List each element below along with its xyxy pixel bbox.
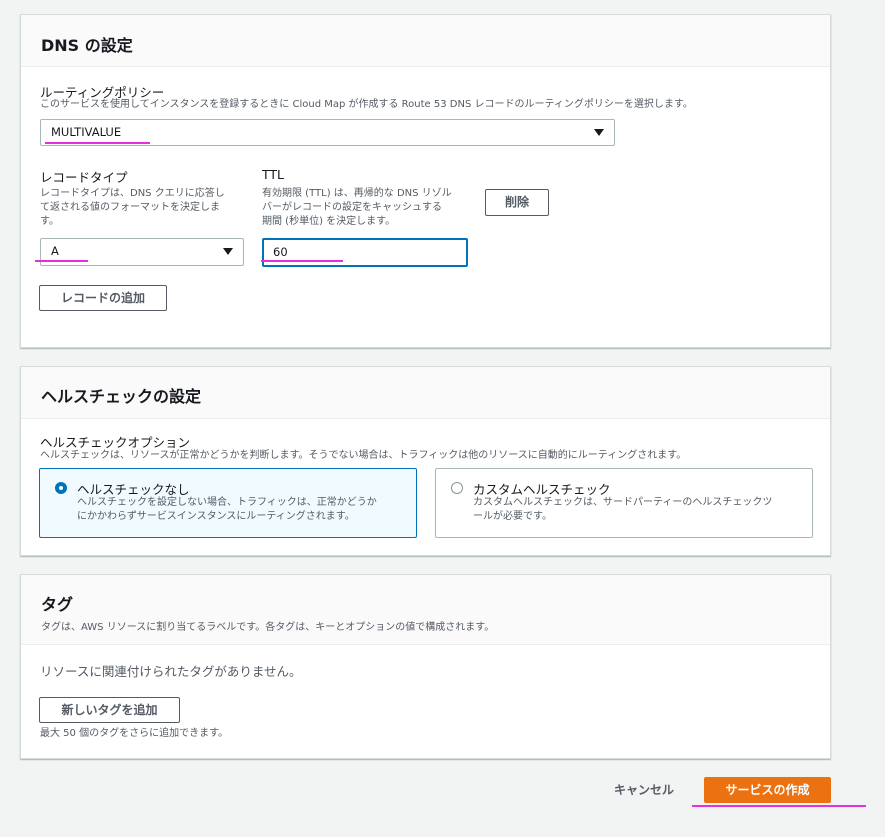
option-desc-line: にかかわらずサービスインスタンスにルーティングされます。 bbox=[77, 511, 355, 522]
add-record-button[interactable]: レコードの追加 bbox=[39, 285, 167, 311]
record-type-desc-line: す。 bbox=[40, 216, 59, 227]
option-no-health-check[interactable]: ヘルスチェックなし ヘルスチェックを設定しない場合、トラフィックは、正常かどうか… bbox=[39, 468, 417, 538]
highlight-underline bbox=[35, 260, 88, 262]
dns-settings-panel: DNS の設定 ルーティングポリシー このサービスを使用してインスタンスを登録す… bbox=[20, 14, 831, 348]
chevron-down-icon bbox=[594, 129, 604, 136]
record-type-description: レコードタイプは、DNS クエリに応答し て返される値のフォーマットを決定しま … bbox=[40, 187, 225, 229]
radio-selected-icon[interactable] bbox=[55, 482, 67, 494]
radio-unselected-icon[interactable] bbox=[451, 482, 463, 494]
ttl-desc-line: 有効期限 (TTL) は、再帰的な DNS リゾル bbox=[262, 188, 452, 199]
tags-empty-text: リソースに関連付けられたタグがありません。 bbox=[40, 664, 302, 679]
option-description: カスタムヘルスチェックは、サードパーティーのヘルスチェックツ ールが必要です。 bbox=[473, 496, 803, 524]
ttl-desc-line: バーがレコードの設定をキャッシュする bbox=[262, 202, 442, 213]
option-custom-health-check[interactable]: カスタムヘルスチェック カスタムヘルスチェックは、サードパーティーのヘルスチェッ… bbox=[435, 468, 813, 538]
cancel-button[interactable]: キャンセル bbox=[604, 779, 684, 801]
tags-description: タグは、AWS リソースに割り当てるラベルです。各タグは、キーとオプションの値で… bbox=[41, 622, 495, 633]
delete-record-button[interactable]: 削除 bbox=[485, 189, 549, 216]
dns-settings-header: DNS の設定 bbox=[21, 15, 830, 67]
tags-limit-text: 最大 50 個のタグをさらに追加できます。 bbox=[40, 728, 229, 739]
tags-title: タグ bbox=[41, 595, 74, 614]
routing-policy-description: このサービスを使用してインスタンスを登録するときに Cloud Map が作成す… bbox=[40, 99, 693, 110]
option-desc-line: ヘルスチェックを設定しない場合、トラフィックは、正常かどうか bbox=[77, 497, 377, 508]
highlight-underline bbox=[45, 142, 150, 144]
record-type-value: A bbox=[51, 244, 59, 258]
ttl-input[interactable]: 60 bbox=[262, 238, 468, 267]
routing-policy-value: MULTIVALUE bbox=[51, 125, 122, 139]
tags-header: タグ タグは、AWS リソースに割り当てるラベルです。各タグは、キーとオプション… bbox=[21, 575, 830, 645]
ttl-input-value: 60 bbox=[273, 245, 288, 259]
ttl-desc-line: 期間 (秒単位) を決定します。 bbox=[262, 216, 396, 227]
dns-settings-title: DNS の設定 bbox=[41, 36, 133, 55]
option-desc-line: ールが必要です。 bbox=[473, 511, 552, 522]
ttl-description: 有効期限 (TTL) は、再帰的な DNS リゾル バーがレコードの設定をキャッ… bbox=[262, 187, 452, 229]
health-option-description: ヘルスチェックは、リソースが正常かどうかを判断します。そうでない場合は、トラフィ… bbox=[40, 450, 687, 461]
health-check-header: ヘルスチェックの設定 bbox=[21, 367, 830, 419]
highlight-underline bbox=[261, 260, 343, 262]
record-type-desc-line: レコードタイプは、DNS クエリに応答し bbox=[40, 188, 225, 199]
chevron-down-icon bbox=[223, 248, 233, 255]
add-tag-button[interactable]: 新しいタグを追加 bbox=[39, 697, 180, 723]
record-type-label: レコードタイプ bbox=[40, 170, 128, 185]
health-check-title: ヘルスチェックの設定 bbox=[41, 387, 202, 406]
option-desc-line: カスタムヘルスチェックは、サードパーティーのヘルスチェックツ bbox=[473, 497, 773, 508]
record-type-desc-line: て返される値のフォーマットを決定しま bbox=[40, 202, 220, 213]
tags-panel: タグ タグは、AWS リソースに割り当てるラベルです。各タグは、キーとオプション… bbox=[20, 574, 831, 759]
ttl-label: TTL bbox=[262, 167, 285, 182]
health-check-panel: ヘルスチェックの設定 ヘルスチェックオプション ヘルスチェックは、リソースが正常… bbox=[20, 366, 831, 556]
option-description: ヘルスチェックを設定しない場合、トラフィックは、正常かどうか にかかわらずサービ… bbox=[77, 496, 407, 524]
highlight-underline bbox=[692, 805, 866, 807]
create-service-button[interactable]: サービスの作成 bbox=[704, 777, 831, 803]
